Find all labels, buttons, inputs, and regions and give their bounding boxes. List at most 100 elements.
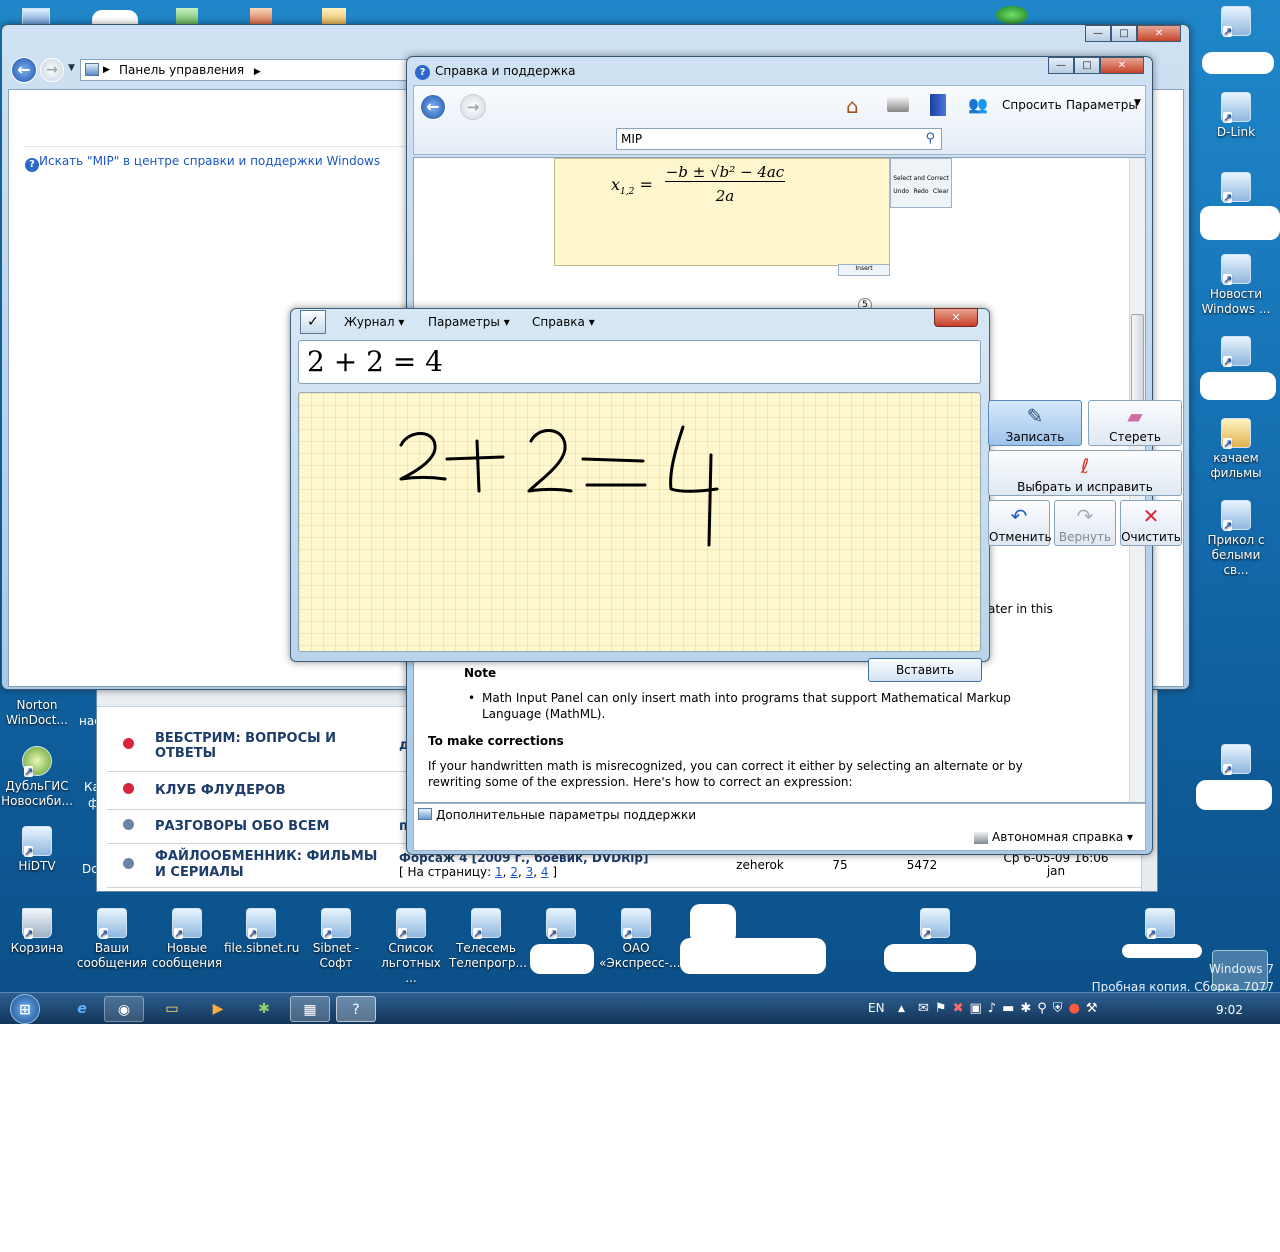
shortcut-icon (1221, 6, 1251, 37)
desktop-icon-hidtv[interactable]: HiDTV (0, 826, 74, 874)
address-bar[interactable]: ▶ Панель управления ▶ (80, 59, 410, 81)
green-globe-icon[interactable] (996, 6, 1028, 24)
close-button[interactable]: ✕ (1100, 57, 1144, 74)
more-support-link[interactable]: Дополнительные параметры поддержки (436, 808, 696, 822)
minimize-button[interactable]: — (1085, 25, 1111, 42)
tray-plant-icon[interactable]: ✱ (1020, 1001, 1037, 1016)
menu-history[interactable]: Журнал ▾ (338, 312, 410, 332)
forum-title[interactable]: ФАЙЛООБМЕННИК: ФИЛЬМЫ И СЕРИАЛЫ (149, 843, 393, 888)
ask-button[interactable]: Спросить (996, 95, 1068, 115)
page-link-2[interactable]: 2 (510, 865, 518, 879)
desktop-icon-dlink[interactable]: D-Link (1199, 92, 1273, 140)
last-post-user[interactable]: jan (975, 865, 1137, 878)
writing-area[interactable] (298, 392, 981, 652)
help-search-box[interactable]: MIP ⚲ (616, 128, 942, 150)
maximize-button[interactable]: □ (1074, 57, 1100, 74)
erase-button[interactable]: ▰ Стереть (1088, 400, 1182, 446)
history-chevron-down-icon[interactable]: ▼ (68, 63, 75, 73)
menu-help[interactable]: Справка ▾ (526, 312, 601, 332)
options-menu[interactable]: Параметры (1060, 95, 1144, 115)
explorer-icon[interactable]: ▭ (152, 996, 192, 1022)
desktop-icon-my-messages[interactable]: Ваши сообщения (75, 908, 149, 971)
pages-end: ] (552, 865, 558, 879)
desktop-icon-blank-3[interactable] (1199, 336, 1273, 369)
desktop-icon-blank-1[interactable] (1199, 6, 1273, 39)
volume-icon[interactable]: ♪ (988, 1001, 1002, 1016)
breadcrumb-chevron-icon[interactable]: ▶ (254, 67, 261, 77)
start-button[interactable]: ⊞ (10, 994, 40, 1024)
corrections-text: If your handwritten math is misrecognize… (428, 759, 1023, 789)
tray-tool-icon[interactable]: ⚒ (1086, 1001, 1104, 1016)
control-panel-task[interactable]: ▦ (290, 996, 330, 1022)
search-input[interactable]: MIP (621, 132, 642, 146)
desktop-icon-sibnet-file[interactable]: file.sibnet.ru (224, 908, 299, 956)
device-icon[interactable]: ▣ (969, 1001, 987, 1016)
desktop-icon-benefits-list[interactable]: Список льготных ... (374, 908, 448, 986)
keyboard-layout-icon[interactable]: ▬ (1002, 1001, 1020, 1016)
redaction (1122, 944, 1202, 958)
app-icon[interactable]: ✱ (244, 996, 284, 1022)
desktop-icon-movies[interactable]: качаем фильмы (1199, 418, 1273, 481)
action-center-flag-icon[interactable]: ⚑ (935, 1001, 953, 1016)
close-button[interactable]: ✕ (934, 308, 978, 327)
print-icon[interactable] (887, 96, 909, 112)
breadcrumb-control-panel[interactable]: Панель управления (119, 63, 244, 77)
offline-help-menu[interactable]: Автономная справка ▾ (992, 830, 1133, 844)
desktop-icon-sibnet-soft[interactable]: Sibnet - Софт (299, 908, 373, 971)
forum-title[interactable]: КЛУБ ФЛУДЕРОВ (149, 771, 393, 810)
tray-search-icon[interactable]: ⚲ (1037, 1001, 1053, 1016)
input-language[interactable]: EN (868, 993, 885, 1024)
show-hidden-icons[interactable]: ▲ (898, 993, 905, 1024)
menu-options[interactable]: Параметры ▾ (422, 312, 516, 332)
options-chevron-down-icon[interactable]: ▼ (1134, 98, 1141, 108)
redo-button[interactable]: ↷ Вернуть (1054, 500, 1116, 546)
back-arrow-icon[interactable]: ← (11, 57, 37, 83)
desktop-icon-recycle-bin[interactable]: Корзина (0, 908, 74, 956)
tray-app-icon[interactable]: ✉ (918, 1001, 935, 1016)
home-icon[interactable]: ⌂ (846, 94, 859, 118)
desktop-icon-blank-6[interactable] (898, 908, 972, 941)
minimize-button[interactable]: — (1048, 57, 1074, 74)
security-shield-icon[interactable]: ⛨ (1053, 1001, 1069, 1016)
insert-button[interactable]: Вставить (868, 658, 982, 682)
back-arrow-icon[interactable]: ← (420, 94, 446, 120)
desktop-icon-prank[interactable]: Прикол с белыми св... (1199, 500, 1273, 578)
page-link-4[interactable]: 4 (541, 865, 549, 879)
page-link-1[interactable]: 1 (495, 865, 503, 879)
forward-arrow-icon[interactable]: → (40, 58, 64, 82)
forum-title[interactable]: ВЕБСТРИМ: ВОПРОСЫ И ОТВЕТЫ (149, 721, 393, 772)
desktop-icon-blank-4[interactable] (1199, 744, 1273, 777)
desktop-icon-blank-2[interactable] (1199, 172, 1273, 205)
desktop-icon-blank-5[interactable] (524, 908, 598, 941)
maximize-button[interactable]: □ (1111, 25, 1137, 42)
shortcut-icon (621, 908, 651, 939)
search-results-divider (23, 146, 413, 147)
page-link-3[interactable]: 3 (526, 865, 534, 879)
desktop-icon-2gis[interactable]: ДубльГИС Новосиби... (0, 746, 74, 809)
desktop-icon-telesem[interactable]: Телесемь Телепрогр... (449, 908, 527, 971)
media-player-icon[interactable]: ▶ (198, 996, 238, 1022)
help-task[interactable]: ? (336, 996, 376, 1022)
blocked-icon[interactable]: ✖ (953, 1001, 970, 1016)
clock[interactable]: 9:02 (1216, 993, 1243, 1024)
desktop-icon-new-messages[interactable]: Новые сообщения (150, 908, 224, 971)
forward-arrow-icon[interactable]: → (460, 94, 486, 120)
top-icons-row (0, 0, 1280, 38)
desktop-icon-news[interactable]: Новости Windows ... (1199, 254, 1273, 317)
select-correct-button[interactable]: ℓ Выбрать и исправить (988, 450, 1182, 496)
forum-title[interactable]: РАЗГОВОРЫ ОБО ВСЕМ (149, 809, 393, 844)
tray-red-icon[interactable]: ● (1069, 1001, 1086, 1016)
search-icon[interactable]: ⚲ (925, 129, 935, 149)
desktop-icon-express[interactable]: ОАО «Экспресс-... (599, 908, 680, 971)
clear-button[interactable]: ✕ Очистить (1120, 500, 1182, 546)
write-button[interactable]: ✎ Записать (988, 400, 1082, 446)
close-button[interactable]: ✕ (1137, 25, 1181, 42)
undo-button[interactable]: ↶ Отменить (988, 500, 1052, 546)
math-panel-icon[interactable]: ✓ (300, 310, 326, 334)
browse-help-book-icon[interactable] (930, 94, 946, 116)
search-help-link[interactable]: ? Искать "MIP" в центре справки и поддерж… (25, 154, 380, 172)
media-center-icon[interactable]: ◉ (104, 996, 144, 1022)
internet-explorer-icon[interactable]: e (62, 996, 102, 1022)
desktop-icon-norton[interactable]: Norton WinDoct... (0, 698, 74, 728)
desktop-icon-blank-7[interactable] (1123, 908, 1197, 941)
